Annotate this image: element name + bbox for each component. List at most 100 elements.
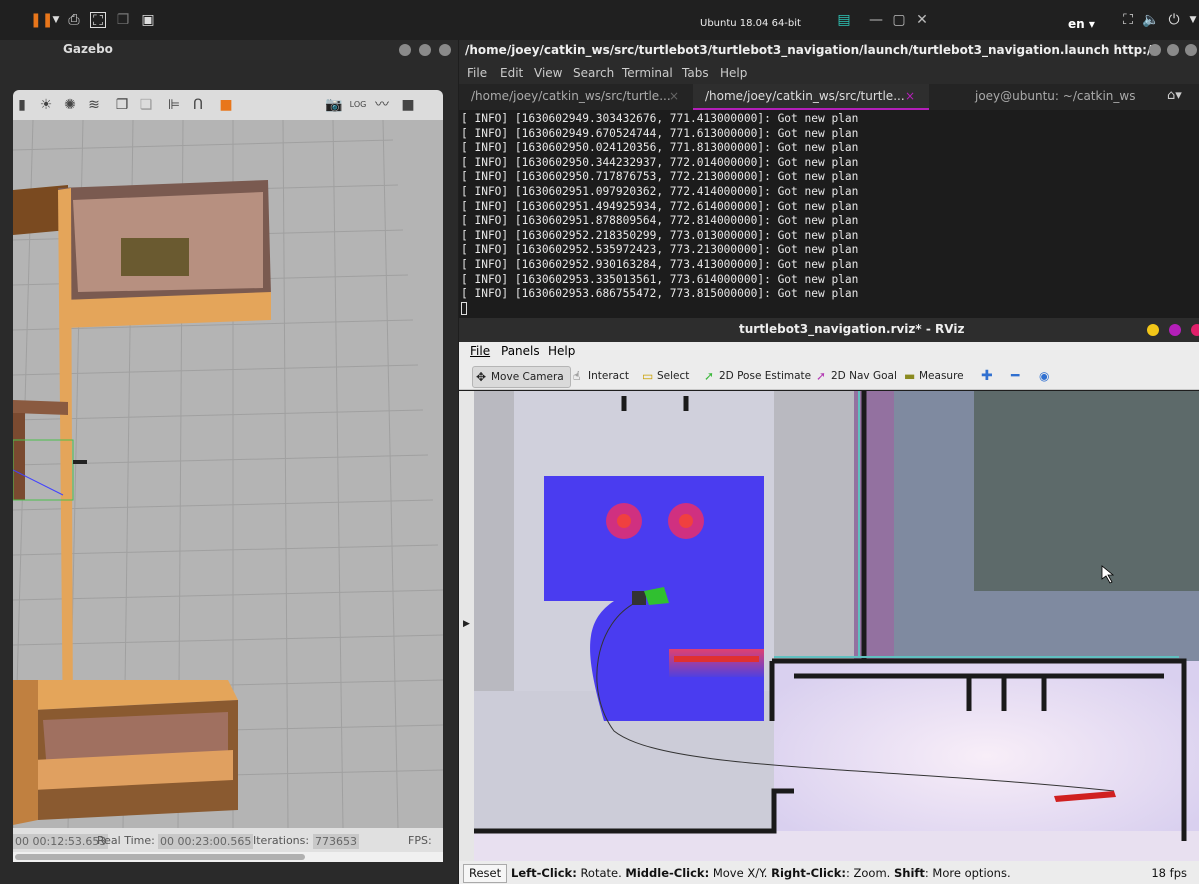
- terminal-tab-3[interactable]: joey@ubuntu: ~/catkin_ws: [963, 84, 1153, 110]
- maximize-button[interactable]: [1169, 324, 1181, 336]
- close-button[interactable]: [1185, 44, 1197, 56]
- menu-help[interactable]: Help: [720, 66, 747, 80]
- desktop: ❚❚ ▼ ⎙ ⛶ ❐ ▣ Ubuntu 18.04 64-bit ▤ — ▢ ✕…: [0, 0, 1199, 884]
- tab-label: /home/joey/catkin_ws/src/turtle...: [471, 89, 671, 103]
- hand-icon: ☝: [573, 369, 581, 383]
- nav-goal-button[interactable]: ➚ 2D Nav Goal: [813, 366, 897, 388]
- tab-label: joey@ubuntu: ~/catkin_ws: [975, 89, 1136, 103]
- tool-label: Interact: [588, 370, 629, 382]
- language-indicator[interactable]: en ▾: [1068, 17, 1095, 31]
- pause-icon[interactable]: ❚❚: [30, 12, 53, 28]
- rviz-3d-viewport[interactable]: [474, 391, 1199, 861]
- minimize-button[interactable]: [1147, 324, 1159, 336]
- move-camera-button[interactable]: ✥ Move Camera: [472, 366, 571, 388]
- menu-view[interactable]: View: [534, 66, 562, 80]
- sun-light-icon[interactable]: ☀: [37, 96, 55, 114]
- fps-readout: 18 fps: [1151, 866, 1187, 880]
- log-line: [ INFO] [1630602952.930163284, 773.41300…: [461, 257, 859, 271]
- gazebo-title: Gazebo: [63, 42, 113, 56]
- terminal-tab-2[interactable]: /home/joey/catkin_ws/src/turtle... ×: [693, 84, 929, 110]
- network-icon[interactable]: ⛶: [1120, 12, 1136, 28]
- align-icon[interactable]: ⊫: [165, 96, 183, 114]
- menu-file[interactable]: File: [467, 66, 487, 80]
- hint-bold: Middle-Click:: [625, 866, 710, 880]
- minimize-button[interactable]: [1149, 44, 1161, 56]
- maximize-button[interactable]: [1167, 44, 1179, 56]
- log-line: [ INFO] [1630602952.218350299, 773.01300…: [461, 228, 859, 242]
- rviz-titlebar: turtlebot3_navigation.rviz* - RViz: [459, 318, 1199, 342]
- terminal-tab-1[interactable]: /home/joey/catkin_ws/src/turtle... ×: [459, 84, 687, 110]
- tool-properties-icon[interactable]: ◉: [1039, 366, 1049, 388]
- text-editor-icon[interactable]: ▤: [836, 12, 852, 28]
- hint-text: Move X/Y.: [709, 866, 772, 880]
- hint-text: Rotate.: [576, 866, 626, 880]
- select-box-icon: ▭: [642, 369, 654, 383]
- screenshot-icon[interactable]: 📷: [325, 96, 343, 114]
- minimize-button[interactable]: [399, 44, 411, 56]
- close-icon[interactable]: ×: [905, 89, 915, 103]
- rviz-collapse-handle[interactable]: ▶: [459, 391, 474, 861]
- power-icon[interactable]: ⏻: [1166, 12, 1182, 28]
- close-icon[interactable]: ×: [669, 89, 679, 103]
- close-button[interactable]: [439, 44, 451, 56]
- add-tool-icon[interactable]: ✚: [981, 366, 993, 388]
- new-tab-icon[interactable]: ⌂▾: [1167, 88, 1182, 103]
- menu-search[interactable]: Search: [573, 66, 614, 80]
- unity-icon[interactable]: ❐: [115, 12, 131, 28]
- log-line: [ INFO] [1630602951.494925934, 772.61400…: [461, 199, 859, 213]
- menu-panels[interactable]: Panels: [501, 344, 540, 358]
- log-line: [ INFO] [1630602950.717876753, 772.21300…: [461, 170, 859, 184]
- view-angle-icon[interactable]: ■: [217, 96, 235, 114]
- real-time-label: Real Time:: [97, 834, 155, 847]
- terminal-title: /home/joey/catkin_ws/src/turtlebot3/turt…: [465, 43, 1155, 57]
- menu-help[interactable]: Help: [548, 344, 575, 358]
- rviz-toolbar: ✥ Move Camera ☝ Interact ▭ Select ➚ 2D P…: [459, 362, 1199, 390]
- reset-button[interactable]: Reset: [463, 864, 508, 883]
- directional-light-icon[interactable]: ≋: [85, 96, 103, 114]
- close-button[interactable]: [1191, 324, 1199, 336]
- cylinder-icon[interactable]: ▮: [13, 96, 31, 114]
- menu-tabs[interactable]: Tabs: [682, 66, 709, 80]
- gazebo-scrollbar[interactable]: [13, 852, 443, 862]
- copy-icon[interactable]: ❐: [113, 96, 131, 114]
- remove-tool-icon[interactable]: ━: [1011, 366, 1019, 388]
- menu-terminal[interactable]: Terminal: [622, 66, 673, 80]
- tool-label: Measure: [919, 370, 964, 382]
- plot-icon[interactable]: 〰: [373, 96, 391, 114]
- terminal-output[interactable]: [ INFO] [1630602949.303432676, 771.41300…: [459, 110, 1199, 318]
- volume-icon[interactable]: 🔈: [1142, 12, 1159, 28]
- select-button[interactable]: ▭ Select: [639, 366, 689, 388]
- menu-file[interactable]: File: [470, 344, 490, 358]
- snap-icon[interactable]: Ո: [189, 96, 207, 114]
- log-line: [ INFO] [1630602950.024120356, 771.81300…: [461, 141, 859, 155]
- fullscreen-icon[interactable]: ⛶: [90, 12, 106, 29]
- vm-title: Ubuntu 18.04 64-bit: [700, 18, 801, 29]
- log-icon[interactable]: LOG: [349, 96, 367, 114]
- chevron-down-icon[interactable]: ▼: [48, 12, 64, 28]
- pose-estimate-button[interactable]: ➚ 2D Pose Estimate: [701, 366, 811, 388]
- hint-text: : Zoom.: [845, 866, 894, 880]
- interact-button[interactable]: ☝ Interact: [570, 366, 629, 388]
- minimize-icon[interactable]: —: [868, 12, 884, 28]
- maximize-icon[interactable]: ▢: [891, 12, 907, 28]
- terminal-menubar: File Edit View Search Terminal Tabs Help: [459, 62, 1199, 84]
- gazebo-3d-viewport[interactable]: [13, 120, 443, 828]
- menu-edit[interactable]: Edit: [500, 66, 523, 80]
- log-line: [ INFO] [1630602950.344232937, 772.01400…: [461, 155, 859, 169]
- tool-label: 2D Pose Estimate: [719, 370, 812, 382]
- scrollbar-thumb[interactable]: [15, 854, 305, 860]
- iterations-label: Iterations:: [253, 834, 310, 847]
- spot-light-icon[interactable]: ✺: [61, 96, 79, 114]
- chevron-down-icon[interactable]: ▼: [1185, 12, 1199, 28]
- fps-label: FPS:: [408, 834, 432, 847]
- display-icon[interactable]: ▣: [140, 12, 156, 28]
- close-icon[interactable]: ✕: [914, 12, 930, 28]
- snapshot-icon[interactable]: ⎙: [66, 12, 82, 28]
- video-record-icon[interactable]: ■: [399, 96, 417, 114]
- measure-button[interactable]: ▬ Measure: [901, 366, 964, 388]
- paste-icon[interactable]: ❏: [137, 96, 155, 114]
- maximize-button[interactable]: [419, 44, 431, 56]
- expand-arrow-icon[interactable]: ▶: [463, 619, 470, 629]
- terminal-tabbar: /home/joey/catkin_ws/src/turtle... × /ho…: [459, 84, 1199, 110]
- ruler-icon: ▬: [904, 369, 916, 383]
